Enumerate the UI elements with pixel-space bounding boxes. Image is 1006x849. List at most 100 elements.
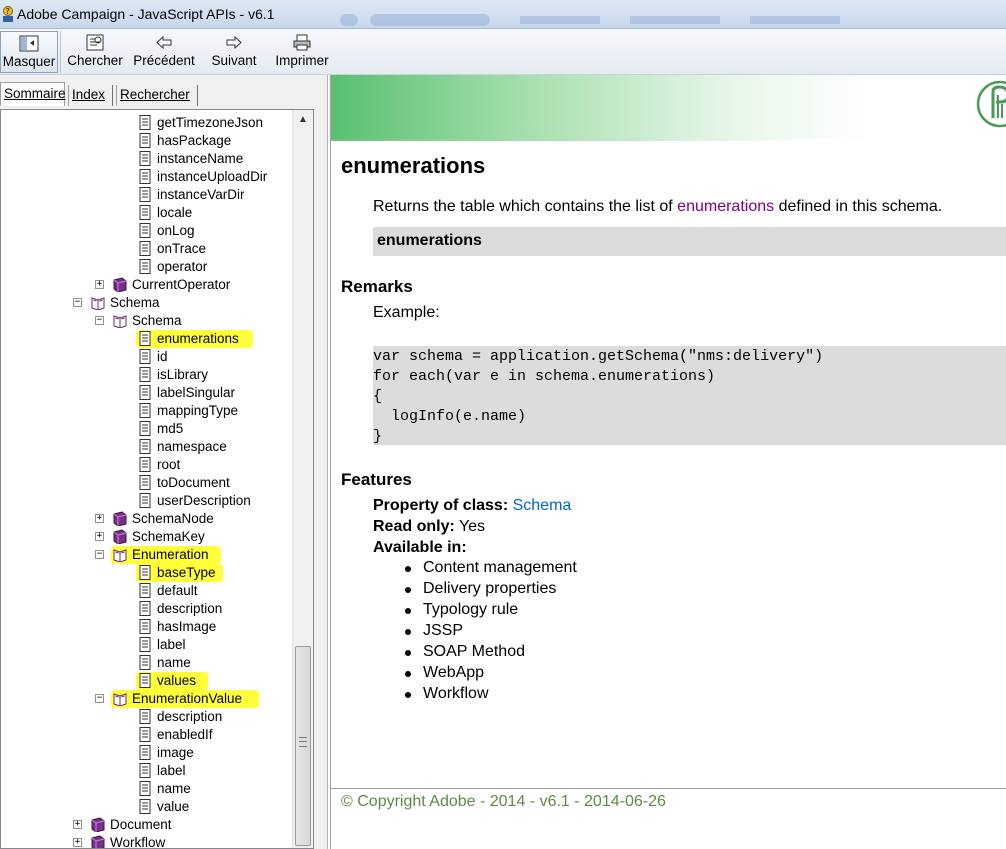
tree-item-gettimezonejson[interactable]: getTimezoneJson (1, 114, 291, 132)
expand-icon[interactable]: + (95, 532, 104, 541)
page-icon (138, 241, 152, 256)
tree-item-document[interactable]: + Document (1, 816, 291, 834)
tree-item-haspackage[interactable]: hasPackage (1, 132, 291, 150)
contents-tree-frame: getTimezoneJson hasPackage instanceName ins… (0, 109, 314, 849)
tree-item-label[interactable]: label (1, 762, 291, 780)
tree-item-schema[interactable]: − Schema (1, 312, 291, 330)
tree-item-image[interactable]: image (1, 744, 291, 762)
tree-item-schemakey[interactable]: + SchemaKey (1, 528, 291, 546)
tree-item-name[interactable]: name (1, 654, 291, 672)
printer-icon (293, 34, 311, 51)
collapse-icon[interactable]: − (95, 550, 104, 559)
tree-item-basetype[interactable]: baseType (1, 564, 291, 582)
tree-item-label: value (157, 799, 190, 814)
tree-item-name[interactable]: name (1, 780, 291, 798)
tree-item-label: enumerations (157, 331, 239, 346)
tree-item-currentoperator[interactable]: + CurrentOperator (1, 276, 291, 294)
tree-item-values[interactable]: values (1, 672, 291, 690)
tab-index[interactable]: Index (68, 85, 113, 106)
scroll-thumb[interactable] (295, 646, 311, 846)
tree-item-onlog[interactable]: onLog (1, 222, 291, 240)
page-icon (138, 637, 152, 652)
tree-item-label[interactable]: label (1, 636, 291, 654)
banner-divider (331, 139, 1006, 141)
tree-item-instanceuploaddir[interactable]: instanceUploadDir (1, 168, 291, 186)
page-icon (138, 439, 152, 454)
tree-item-default[interactable]: default (1, 582, 291, 600)
expand-icon[interactable]: + (73, 838, 82, 847)
tree-item-mappingtype[interactable]: mappingType (1, 402, 291, 420)
available-in-list: Content management Delivery properties Typ… (403, 559, 577, 706)
tree-item-namespace[interactable]: namespace (1, 438, 291, 456)
page-icon (138, 385, 152, 400)
tree-item-root[interactable]: root (1, 456, 291, 474)
tree-item-ontrace[interactable]: onTrace (1, 240, 291, 258)
available-in-item: SOAP Method (403, 643, 577, 664)
background-window-ghost (340, 14, 840, 26)
tree-item-label: operator (157, 259, 208, 274)
page-icon (138, 259, 152, 274)
tree-item-md5[interactable]: md5 (1, 420, 291, 438)
book-icon (91, 835, 105, 848)
expand-icon[interactable]: + (95, 280, 104, 289)
tree-item-workflow[interactable]: + Workflow (1, 834, 291, 848)
tree-item-schema[interactable]: − Schema (1, 294, 291, 312)
tree-item-islibrary[interactable]: isLibrary (1, 366, 291, 384)
tree-item-label: enabledIf (157, 727, 213, 742)
page-icon (138, 169, 152, 184)
tab-contents[interactable]: Sommaire (0, 82, 66, 106)
tree-item-schemanode[interactable]: + SchemaNode (1, 510, 291, 528)
tree-item-label: namespace (157, 439, 227, 454)
collapse-icon[interactable]: − (73, 298, 82, 307)
expand-icon[interactable]: + (95, 514, 104, 523)
search-button[interactable]: Chercher (65, 31, 125, 73)
print-label: Imprimer (275, 53, 329, 68)
back-button[interactable]: Précédent (130, 31, 198, 73)
tree-item-todocument[interactable]: toDocument (1, 474, 291, 492)
tree-item-enumerationvalue[interactable]: − EnumerationValue (1, 690, 291, 708)
tree-scrollbar[interactable]: ▲ (292, 110, 313, 848)
toolbar: Masquer Chercher Précédent Suivant Impri… (0, 29, 1006, 75)
tree-item-hasimage[interactable]: hasImage (1, 618, 291, 636)
tree-item-enumeration[interactable]: − Enumeration (1, 546, 291, 564)
tree-item-enabledif[interactable]: enabledIf (1, 726, 291, 744)
features-heading: Features (341, 470, 412, 489)
tree-item-value[interactable]: value (1, 798, 291, 816)
tree-item-instancevardir[interactable]: instanceVarDir (1, 186, 291, 204)
page-icon (138, 223, 152, 238)
tree-item-description[interactable]: description (1, 600, 291, 618)
example-label: Example: (373, 304, 440, 321)
tree-item-enumerations[interactable]: enumerations (1, 330, 291, 348)
available-in-item: Workflow (403, 685, 577, 706)
scroll-up-icon[interactable]: ▲ (295, 114, 311, 130)
tab-search[interactable]: Rechercher (116, 85, 198, 106)
tree-item-label: default (157, 583, 198, 598)
page-icon (138, 349, 152, 364)
tree-item-userdescription[interactable]: userDescription (1, 492, 291, 510)
page-icon (138, 475, 152, 490)
tree-item-labelsingular[interactable]: labelSingular (1, 384, 291, 402)
available-in-item: Delivery properties (403, 580, 577, 601)
code-sample: var schema = application.getSchema("nms:… (373, 346, 1006, 445)
tree-item-instancename[interactable]: instanceName (1, 150, 291, 168)
forward-button[interactable]: Suivant (205, 31, 263, 73)
hide-button[interactable]: Masquer (0, 31, 58, 73)
available-in-label: Available in: (373, 539, 467, 556)
tree-item-operator[interactable]: operator (1, 258, 291, 276)
tree-item-description[interactable]: description (1, 708, 291, 726)
tree-item-id[interactable]: id (1, 348, 291, 366)
expand-icon[interactable]: + (73, 820, 82, 829)
enumerations-link[interactable]: enumerations (677, 198, 774, 215)
topic-content: enumerations Returns the table which con… (330, 75, 1006, 849)
print-button[interactable]: Imprimer (270, 31, 334, 73)
collapse-icon[interactable]: − (95, 694, 104, 703)
tree-item-locale[interactable]: locale (1, 204, 291, 222)
tree-item-label: hasPackage (157, 133, 232, 148)
page-icon (138, 745, 152, 760)
book-icon (113, 511, 127, 527)
topic-description: Returns the table which contains the lis… (373, 198, 942, 216)
svg-text:?: ? (6, 7, 10, 16)
schema-class-link[interactable]: Schema (513, 497, 572, 514)
collapse-icon[interactable]: − (95, 316, 104, 325)
property-label: Property of class: (373, 497, 509, 514)
